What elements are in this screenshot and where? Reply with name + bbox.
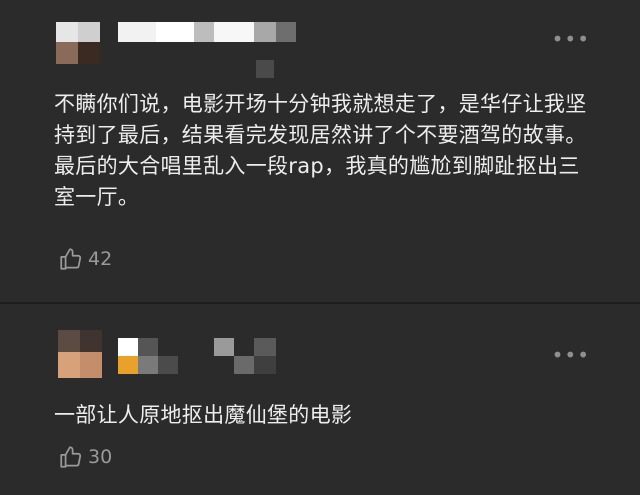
thumbs-up-icon	[60, 248, 82, 270]
like-count: 42	[88, 248, 113, 270]
more-dots-icon[interactable]: •••	[552, 29, 590, 49]
like-button[interactable]: 30	[58, 444, 112, 470]
more-dots-icon[interactable]: •••	[552, 345, 590, 365]
user-meta	[256, 60, 274, 78]
thumbs-up-icon	[60, 446, 82, 468]
comment-text: 不瞒你们说，电影开场十分钟我就想走了，是华仔让我坚持到了最后，结果看完发现居然讲…	[54, 92, 587, 209]
comment-item: ••• 不瞒你们说，电影开场十分钟我就想走了，是华仔让我坚持到了最后，结果看完发…	[0, 0, 640, 302]
username[interactable]	[118, 22, 296, 42]
username[interactable]	[118, 338, 278, 374]
avatar[interactable]	[56, 22, 100, 64]
comment-text: 一部让人原地抠出魔仙堡的电影	[54, 403, 353, 427]
like-button[interactable]: 42	[58, 246, 112, 272]
avatar[interactable]	[58, 330, 102, 378]
comment-list: ••• 不瞒你们说，电影开场十分钟我就想走了，是华仔让我坚持到了最后，结果看完发…	[0, 0, 640, 495]
comment-item: ••• 一部让人原地抠出魔仙堡的电影 30	[0, 304, 640, 495]
like-count: 30	[88, 446, 113, 468]
